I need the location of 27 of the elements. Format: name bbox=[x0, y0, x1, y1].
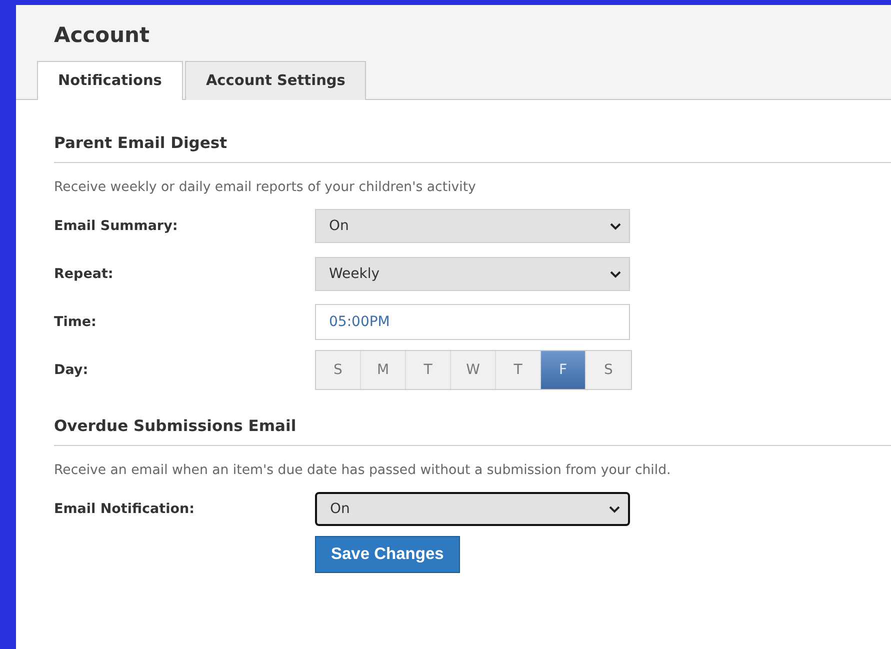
dropdown[interactable]: Weekly bbox=[315, 257, 630, 291]
day-button[interactable]: S bbox=[586, 351, 631, 389]
time-field[interactable]: 05:00PM bbox=[315, 304, 630, 340]
page-title: Account bbox=[54, 23, 150, 47]
save-button[interactable]: Save Changes bbox=[315, 536, 460, 573]
field-label: Time: bbox=[54, 314, 98, 330]
field-label: Day: bbox=[54, 362, 90, 378]
section-description: Receive weekly or daily email reports of your children's activity bbox=[54, 180, 476, 195]
day-button[interactable]: M bbox=[361, 351, 406, 389]
chevron-icon bbox=[610, 222, 621, 230]
tab[interactable]: Notifications bbox=[37, 61, 183, 100]
tab[interactable]: Account Settings bbox=[184, 61, 366, 100]
day-button[interactable]: W bbox=[451, 351, 496, 389]
day-button[interactable]: T bbox=[496, 351, 541, 389]
field-label: Repeat: bbox=[54, 266, 114, 282]
day-button[interactable]: T bbox=[406, 351, 451, 389]
dropdown[interactable]: On bbox=[315, 209, 630, 243]
field-label: Email Summary: bbox=[54, 218, 179, 234]
section-description: Receive an email when an item's due date has passed without a submission from your child. bbox=[54, 463, 671, 478]
chevron-icon bbox=[609, 506, 620, 512]
section-title: Parent Email Digest bbox=[54, 134, 228, 152]
day-button[interactable]: F bbox=[541, 351, 586, 389]
section-title: Overdue Submissions Email bbox=[54, 417, 296, 435]
day-button[interactable]: S bbox=[316, 351, 361, 389]
dropdown[interactable]: On bbox=[315, 492, 630, 526]
chevron-icon bbox=[610, 270, 621, 278]
field-label: Email Notification: bbox=[54, 501, 196, 517]
